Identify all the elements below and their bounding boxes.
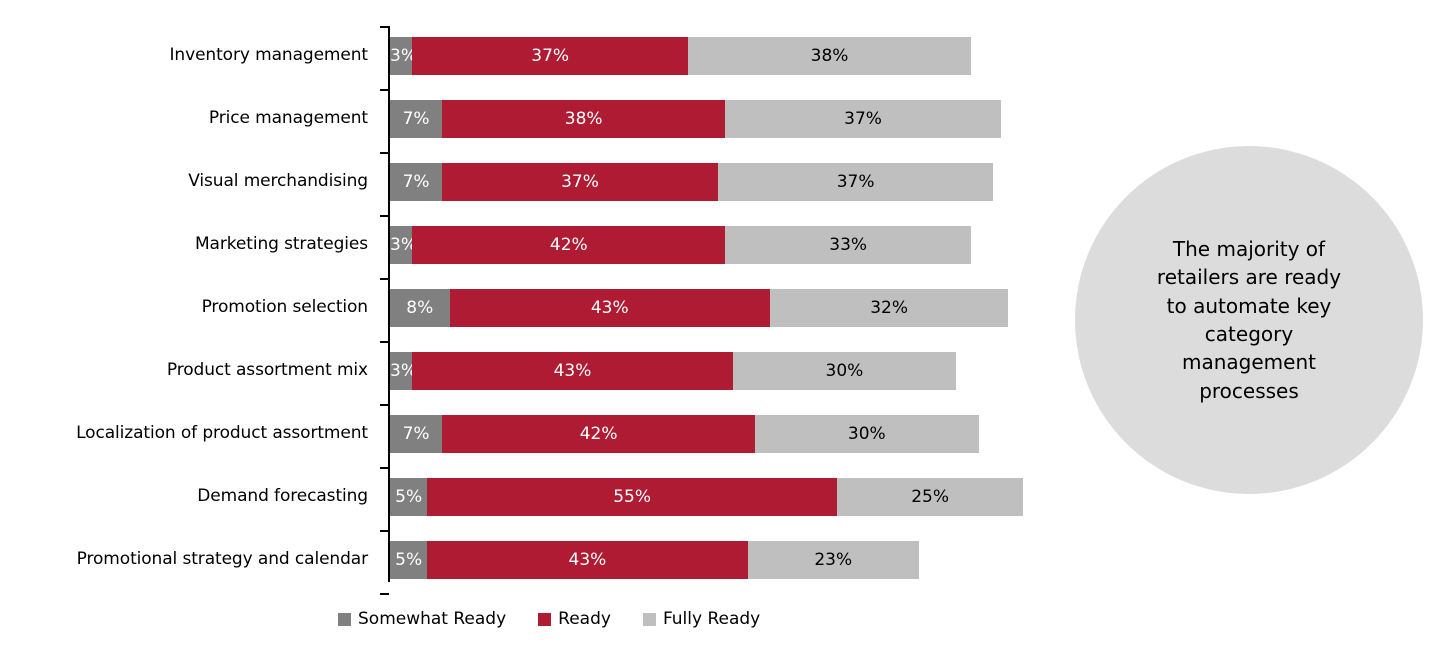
stacked-bar-chart: Inventory management Price management Visu… — [0, 0, 1436, 646]
bar-segment: 33% — [725, 226, 972, 264]
category-label: Price management — [208, 108, 368, 128]
bar-segment: 30% — [732, 352, 957, 390]
bar-row: 3% 42% 33% — [390, 226, 972, 264]
bar-row: 7% 42% 30% — [390, 415, 979, 453]
bar-segment-value: 3% — [390, 236, 412, 254]
bar-row: 7% 37% 37% — [390, 163, 994, 201]
bar-segment: 32% — [769, 289, 1009, 327]
bar-segment: 37% — [412, 37, 688, 75]
bar-segment: 42% — [442, 415, 756, 453]
bar-segment-value: 37% — [836, 173, 875, 191]
bar-segment: 3% — [390, 352, 413, 390]
bar-row: 3% 37% 38% — [390, 37, 972, 75]
bar-segment: 3% — [390, 37, 413, 75]
category-label: Product assortment mix — [166, 360, 368, 380]
bar-segment-value: 42% — [579, 425, 618, 443]
bar-segment-value: 38% — [810, 47, 849, 65]
legend-label: Ready — [558, 608, 611, 629]
bar-segment-value: 33% — [829, 236, 868, 254]
chart-legend: Somewhat Ready Ready Fully Ready — [338, 608, 792, 630]
bar-row: 3% 43% 30% — [390, 352, 957, 390]
callout-circle: The majority of retailers are ready to a… — [1075, 146, 1423, 494]
bar-segment: 43% — [427, 541, 748, 579]
legend-swatch-icon — [642, 612, 656, 626]
bar-segment: 5% — [390, 541, 428, 579]
legend-swatch-icon — [538, 612, 552, 626]
axis-tick — [380, 26, 389, 28]
bar-segment-value: 37% — [531, 47, 570, 65]
bar-segment: 37% — [442, 163, 718, 201]
bar-segment: 3% — [390, 226, 413, 264]
bar-segment: 30% — [755, 415, 979, 453]
bar-segment: 37% — [725, 100, 1001, 138]
bar-segment-value: 5% — [395, 488, 423, 506]
bar-segment-value: 38% — [564, 110, 603, 128]
bar-segment: 43% — [412, 352, 733, 390]
category-label: Promotional strategy and calendar — [76, 549, 368, 569]
bar-segment-value: 23% — [814, 551, 853, 569]
bar-segment-value: 42% — [549, 236, 588, 254]
category-label: Marketing strategies — [194, 234, 368, 254]
bar-segment: 42% — [412, 226, 726, 264]
bar-segment-value: 30% — [847, 425, 886, 443]
bar-segment: 43% — [449, 289, 770, 327]
axis-tick — [380, 341, 389, 343]
bar-segment: 7% — [390, 100, 443, 138]
bar-segment-value: 7% — [402, 425, 430, 443]
bar-segment-value: 55% — [613, 488, 652, 506]
bar-segment: 55% — [427, 478, 837, 516]
axis-tick — [380, 593, 389, 595]
category-label: Inventory management — [169, 45, 369, 65]
legend-swatch-icon — [338, 612, 351, 626]
category-label: Demand forecasting — [197, 486, 368, 506]
legend-label: Somewhat Ready — [358, 608, 507, 629]
bar-segment: 37% — [717, 163, 994, 201]
bar-segment-value: 43% — [553, 362, 592, 380]
bar-segment: 7% — [390, 163, 443, 201]
bar-segment-value: 43% — [568, 551, 607, 569]
bar-segment-value: 3% — [390, 47, 412, 65]
bar-segment-value: 5% — [395, 551, 423, 569]
bar-row: 7% 38% 37% — [390, 100, 1001, 138]
bar-segment-value: 43% — [590, 299, 629, 317]
category-label: Localization of product assortment — [76, 423, 368, 443]
bar-segment-value: 7% — [402, 110, 430, 128]
bar-segment-value: 8% — [406, 299, 434, 317]
bar-segment-value: 3% — [390, 362, 412, 380]
bar-segment: 38% — [687, 37, 972, 75]
bar-row: 8% 43% 32% — [390, 289, 1009, 327]
bar-row: 5% 55% 25% — [390, 478, 1024, 516]
axis-tick — [380, 152, 389, 154]
axis-tick — [380, 530, 389, 532]
category-label: Promotion selection — [201, 297, 369, 317]
bar-segment-value: 37% — [844, 110, 882, 128]
axis-tick — [380, 278, 389, 280]
legend-item[interactable]: Ready — [538, 608, 611, 629]
bar-segment-value: 32% — [870, 299, 909, 317]
bar-segment-value: 30% — [825, 362, 864, 380]
bar-segment: 8% — [390, 289, 450, 327]
bar-segment-value: 7% — [402, 173, 430, 191]
legend-label: Fully Ready — [662, 608, 761, 629]
bar-segment: 5% — [390, 478, 428, 516]
bar-row: 5% 43% 23% — [390, 541, 919, 579]
legend-item[interactable]: Fully Ready — [642, 608, 761, 629]
bar-segment-value: 37% — [561, 173, 599, 191]
bar-segment-value: 25% — [911, 488, 950, 506]
bar-segment: 38% — [442, 100, 726, 138]
axis-tick — [380, 404, 389, 406]
bar-segment: 25% — [837, 478, 1024, 516]
callout-text: The majority of retailers are ready to a… — [1156, 236, 1342, 403]
axis-tick — [380, 89, 389, 91]
axis-tick — [380, 467, 389, 469]
category-label: Visual merchandising — [188, 171, 368, 191]
bar-segment: 23% — [747, 541, 919, 579]
axis-tick — [380, 215, 389, 217]
legend-item[interactable]: Somewhat Ready — [338, 608, 507, 629]
bar-segment: 7% — [390, 415, 443, 453]
